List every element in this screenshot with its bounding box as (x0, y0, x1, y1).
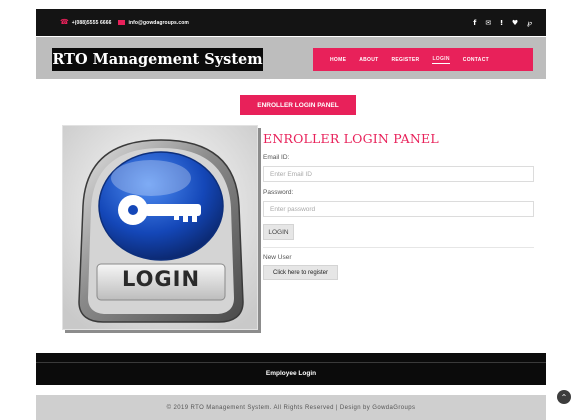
envelope-icon (118, 20, 126, 25)
nav-item-home[interactable]: HOME (330, 57, 346, 63)
twitter-icon[interactable]: ♥ (512, 19, 518, 27)
rss-icon[interactable]: ⵑ (500, 19, 503, 27)
pinterest-icon[interactable]: ℘ (527, 19, 532, 27)
register-button[interactable]: Click here to register (263, 265, 338, 280)
nav-item-about[interactable]: ABOUT (359, 57, 378, 63)
login-caption: LOGIN (121, 267, 201, 291)
chevron-up-icon[interactable]: ⌃ (557, 390, 571, 404)
login-button[interactable]: LOGIN (263, 224, 294, 240)
main-nav: HOME ABOUT REGISTER LOGIN CONTACT (313, 48, 533, 71)
enroller-login-panel-button[interactable]: ENROLLER LOGIN PANEL (240, 95, 356, 115)
footer-copyright-bar: © 2019 RTO Management System. All Rights… (36, 395, 546, 420)
enroller-login-form: ENROLLER LOGIN PANEL Email ID: Password:… (263, 131, 534, 280)
form-title: ENROLLER LOGIN PANEL (263, 131, 439, 146)
main-content: ENROLLER LOGIN PANEL LOGIN ENROLLER LOGI… (36, 79, 546, 349)
footer-links: Employee Login (36, 353, 546, 385)
nav-item-contact[interactable]: CONTACT (463, 57, 489, 63)
new-user-label: New User (263, 254, 292, 261)
password-field[interactable] (263, 201, 534, 217)
phone-icon: ☎ (60, 19, 69, 26)
site-brand[interactable]: RTO Management System (52, 48, 263, 71)
nav-item-register[interactable]: REGISTER (391, 57, 419, 63)
employee-login-link[interactable]: Employee Login (266, 370, 316, 377)
password-label: Password: (263, 189, 294, 196)
login-key-icon (63, 126, 257, 329)
social-links: f ✉ ⵑ ♥ ℘ (473, 9, 532, 36)
facebook-icon[interactable]: f (473, 19, 476, 27)
mail-icon[interactable]: ✉ (485, 19, 491, 27)
form-divider (263, 247, 534, 248)
phone-number: +(088)5555 6666 (71, 19, 112, 26)
email-address[interactable]: info@gowdagroups.com (128, 20, 188, 26)
login-illustration: LOGIN (62, 125, 258, 330)
site-header: RTO Management System HOME ABOUT REGISTE… (36, 37, 546, 79)
top-contact-bar: ☎ +(088)5555 6666 info@gowdagroups.com f… (36, 9, 546, 36)
nav-item-login[interactable]: LOGIN (432, 56, 450, 64)
copyright-text: © 2019 RTO Management System. All Rights… (166, 404, 416, 411)
email-label: Email ID: (263, 154, 290, 161)
email-field[interactable] (263, 166, 534, 182)
